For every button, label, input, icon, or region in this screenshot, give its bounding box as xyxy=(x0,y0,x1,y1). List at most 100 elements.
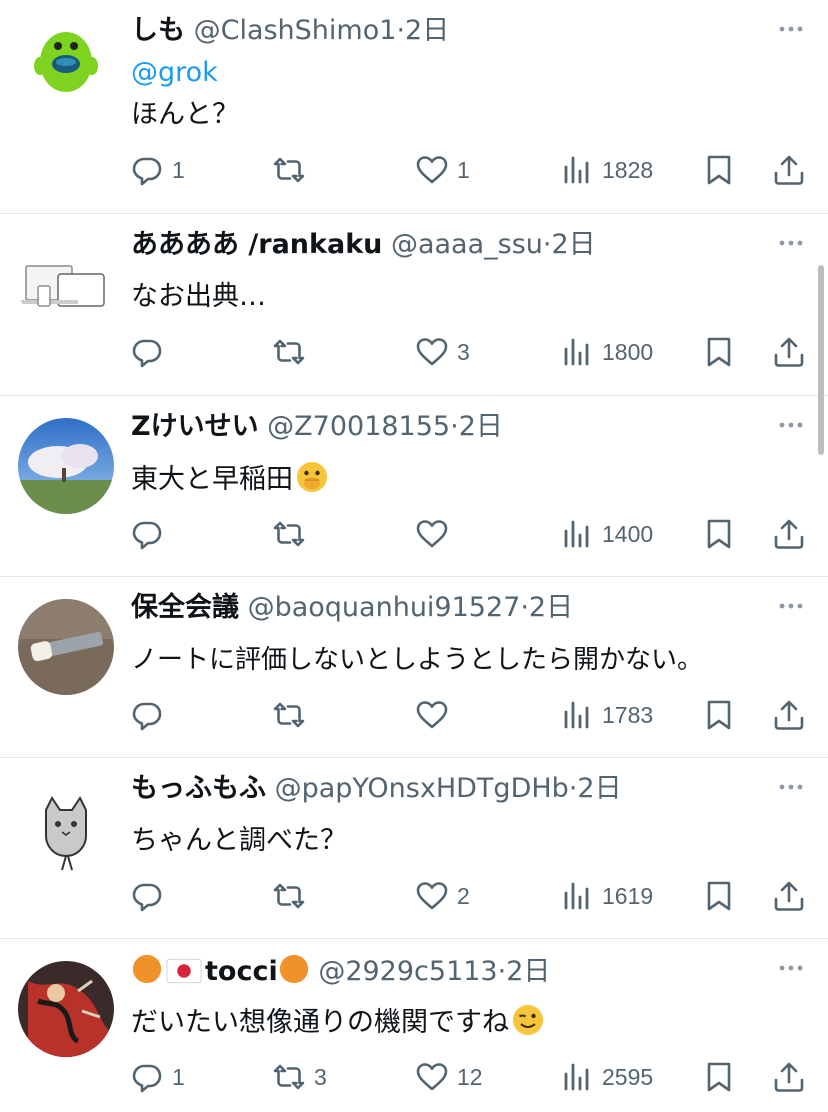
display-name[interactable]: もっふもふ xyxy=(131,773,266,804)
user-handle[interactable]: @ClashShimo1 xyxy=(194,15,397,46)
timestamp[interactable]: 2日 xyxy=(405,15,449,46)
share-button[interactable] xyxy=(772,332,806,372)
more-dots-icon[interactable] xyxy=(776,591,806,621)
mention-link[interactable]: @grok xyxy=(131,54,218,92)
share-icon xyxy=(774,881,804,911)
views-button[interactable]: 2595 xyxy=(560,1057,653,1097)
tweet[interactable]: Zけいせい @Z70018155·2日 東大と早稲田 1400 xyxy=(0,396,828,577)
reply-button[interactable] xyxy=(130,332,172,372)
display-name[interactable]: tocci xyxy=(205,956,278,987)
tweet[interactable]: 保全会議 @baoquanhui91527·2日 ノートに評価しないとしようとし… xyxy=(0,577,828,758)
like-button[interactable] xyxy=(415,514,457,554)
tweet-text: なお出典… xyxy=(131,281,266,312)
retweet-button[interactable] xyxy=(272,876,314,916)
timestamp[interactable]: 2日 xyxy=(552,229,596,260)
user-handle[interactable]: @baoquanhui91527 xyxy=(248,592,521,623)
like-button[interactable]: 12 xyxy=(415,1057,483,1097)
views-button[interactable]: 1783 xyxy=(560,695,653,735)
bookmark-button[interactable] xyxy=(702,876,736,916)
timestamp[interactable]: 2日 xyxy=(577,773,621,804)
tweet-text: ちゃんと調べた？ xyxy=(131,825,347,856)
timestamp[interactable]: 2日 xyxy=(506,956,550,987)
avatar[interactable] xyxy=(18,961,114,1057)
reply-icon xyxy=(132,1064,162,1093)
avatar[interactable] xyxy=(18,236,114,332)
views-button[interactable]: 1400 xyxy=(560,514,653,554)
more-dots-icon[interactable] xyxy=(776,228,806,258)
more-dots-icon[interactable] xyxy=(776,772,806,802)
display-name[interactable]: Zけいせい xyxy=(131,411,259,442)
more-dots-icon[interactable] xyxy=(776,410,806,440)
heart-icon xyxy=(416,520,448,548)
bookmark-button[interactable] xyxy=(702,1057,736,1097)
like-button[interactable] xyxy=(415,695,457,735)
share-icon xyxy=(774,519,804,549)
user-handle[interactable]: @papYOnsxHDTgDHb xyxy=(275,773,569,804)
tweet[interactable]: もっふもふ @papYOnsxHDTgDHb·2日 ちゃんと調べた？ 2 161… xyxy=(0,758,828,939)
retweet-button[interactable] xyxy=(272,150,314,190)
retweet-icon xyxy=(273,702,305,728)
reply-button[interactable] xyxy=(130,876,172,916)
heart-icon xyxy=(416,1063,448,1091)
avatar[interactable] xyxy=(18,599,114,695)
share-button[interactable] xyxy=(772,1057,806,1097)
reply-button[interactable] xyxy=(130,695,172,735)
share-icon xyxy=(774,337,804,367)
views-button[interactable]: 1800 xyxy=(560,332,653,372)
retweet-icon xyxy=(273,157,305,183)
user-handle[interactable]: @2929c5113 xyxy=(318,956,497,987)
reply-button[interactable]: 1 xyxy=(130,1057,185,1097)
like-button[interactable]: 1 xyxy=(415,150,470,190)
scrollbar[interactable] xyxy=(818,265,824,455)
view-count: 1783 xyxy=(602,701,654,728)
retweet-button[interactable] xyxy=(272,695,314,735)
bookmark-icon xyxy=(707,155,731,185)
reply-count: 1 xyxy=(172,156,185,183)
bookmark-button[interactable] xyxy=(702,514,736,554)
views-button[interactable]: 1828 xyxy=(560,150,653,190)
orange-circle-emoji xyxy=(132,954,162,984)
like-button[interactable]: 3 xyxy=(415,332,470,372)
tweet[interactable]: ああああ /rankaku @aaaa_ssu·2日 なお出典… 3 1800 xyxy=(0,214,828,396)
more-dots-icon[interactable] xyxy=(776,953,806,983)
view-count: 1800 xyxy=(602,338,654,365)
tweet[interactable]: tocci @2929c5113·2日 だいたい想像通りの機関ですね 1 3 1… xyxy=(0,939,828,1112)
timestamp[interactable]: 2日 xyxy=(529,592,573,623)
retweet-button[interactable] xyxy=(272,332,314,372)
more-dots-icon[interactable] xyxy=(776,14,806,44)
retweet-icon xyxy=(273,339,305,365)
display-name[interactable]: しも xyxy=(131,15,185,46)
user-handle[interactable]: @Z70018155 xyxy=(267,411,450,442)
bookmark-button[interactable] xyxy=(702,150,736,190)
bookmark-button[interactable] xyxy=(702,332,736,372)
timestamp[interactable]: 2日 xyxy=(459,411,503,442)
bookmark-button[interactable] xyxy=(702,695,736,735)
share-button[interactable] xyxy=(772,150,806,190)
views-button[interactable]: 1619 xyxy=(560,876,653,916)
avatar[interactable] xyxy=(18,10,114,106)
display-name[interactable]: ああああ /rankaku xyxy=(131,229,382,260)
reply-button[interactable] xyxy=(130,514,172,554)
tweet[interactable]: しも @ClashShimo1·2日 @grok ほんと？ 1 1 1828 xyxy=(0,0,828,214)
face-with-open-eyes-and-hand-over-mouth-emoji xyxy=(297,462,327,492)
share-icon xyxy=(774,700,804,730)
avatar[interactable] xyxy=(18,418,114,514)
share-icon xyxy=(774,1062,804,1092)
view-count: 2595 xyxy=(602,1063,654,1090)
share-button[interactable] xyxy=(772,695,806,735)
view-count: 1828 xyxy=(602,156,654,183)
reply-button[interactable]: 1 xyxy=(130,150,185,190)
retweet-button[interactable] xyxy=(272,514,314,554)
retweet-icon xyxy=(273,1064,305,1090)
like-button[interactable]: 2 xyxy=(415,876,470,916)
user-handle[interactable]: @aaaa_ssu xyxy=(391,229,543,260)
like-count: 1 xyxy=(457,156,470,183)
share-button[interactable] xyxy=(772,514,806,554)
view-count: 1619 xyxy=(602,882,654,909)
avatar[interactable] xyxy=(18,780,114,876)
display-name[interactable]: 保全会議 xyxy=(131,592,239,623)
separator: · xyxy=(497,956,507,987)
retweet-icon xyxy=(273,883,305,909)
share-button[interactable] xyxy=(772,876,806,916)
retweet-button[interactable]: 3 xyxy=(272,1057,327,1097)
